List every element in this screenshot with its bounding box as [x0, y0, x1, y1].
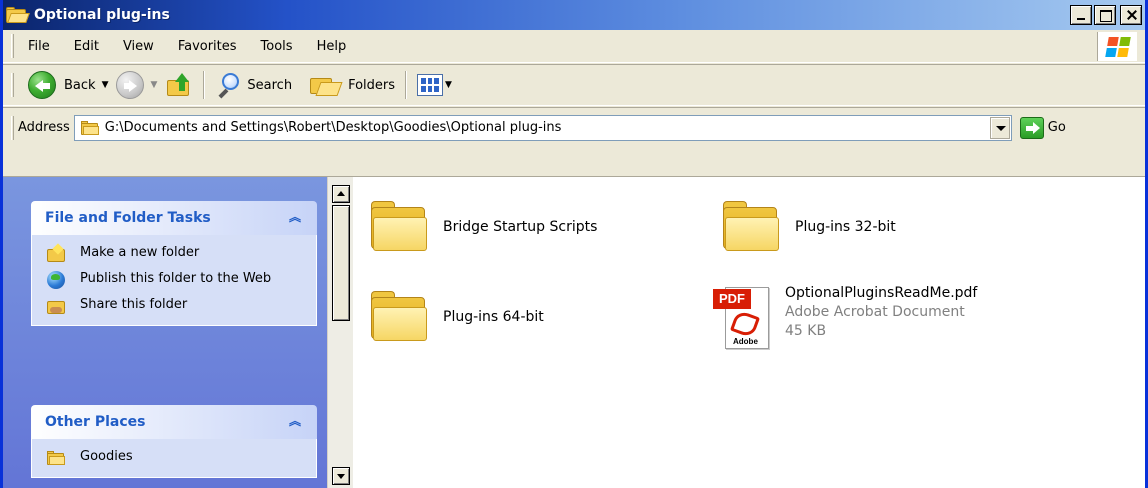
explorer-window: Optional plug-ins File Edit View Favorit… [0, 0, 1148, 488]
other-places-header[interactable]: Other Places ︽ [31, 405, 317, 439]
task-share-folder[interactable]: Share this folder [46, 297, 308, 315]
panel-title: File and Folder Tasks [45, 210, 211, 226]
folder-icon [367, 199, 431, 255]
forward-arrow-icon [116, 71, 145, 99]
address-input[interactable]: G:\Documents and Settings\Robert\Desktop… [73, 114, 1012, 141]
place-label: Goodies [80, 449, 133, 464]
task-label: Make a new folder [80, 245, 200, 260]
search-icon [215, 72, 241, 99]
file-tasks-body: Make a new folder Publish this folder to… [31, 235, 317, 326]
address-label: Address [18, 120, 70, 135]
address-grip[interactable] [11, 115, 14, 140]
adobe-brand: Adobe [733, 337, 758, 346]
folders-button[interactable]: Folders [304, 68, 399, 102]
window-title: Optional plug-ins [34, 7, 170, 23]
maximize-button[interactable] [1094, 5, 1116, 25]
folder-icon [46, 449, 68, 467]
file-name: Plug-ins 32-bit [795, 219, 896, 235]
folder-icon [6, 7, 30, 23]
minimize-button[interactable] [1070, 5, 1092, 25]
pdf-file-item[interactable]: PDF Adobe OptionalPluginsReadMe.pdf Adob… [711, 283, 977, 355]
file-list: Bridge Startup Scripts Plug-ins 32-bit P… [353, 177, 1145, 488]
collapse-icon[interactable]: ︽ [287, 414, 303, 430]
folder-icon [80, 120, 99, 135]
address-path: G:\Documents and Settings\Robert\Desktop… [104, 120, 562, 135]
menu-favorites[interactable]: Favorites [174, 37, 241, 56]
views-button[interactable]: ▼ [413, 68, 456, 102]
back-label: Back [64, 77, 96, 93]
chevron-down-icon[interactable]: ▼ [445, 80, 452, 90]
up-folder-icon [165, 72, 193, 98]
file-name: Plug-ins 64-bit [443, 309, 544, 325]
go-label: Go [1047, 120, 1066, 135]
menu-help[interactable]: Help [313, 37, 351, 56]
file-tasks-header[interactable]: File and Folder Tasks ︽ [31, 201, 317, 235]
search-button[interactable]: Search [211, 68, 296, 102]
menu-edit[interactable]: Edit [70, 37, 103, 56]
back-button[interactable]: Back ▼ [24, 68, 112, 102]
file-type: Adobe Acrobat Document [785, 303, 965, 320]
folders-icon [308, 72, 343, 98]
other-places-panel: Other Places ︽ Goodies [31, 405, 317, 478]
scroll-up-button[interactable] [332, 185, 350, 203]
toolbar-divider [405, 71, 408, 99]
views-icon [417, 74, 444, 96]
task-label: Publish this folder to the Web [80, 271, 272, 286]
pdf-tag: PDF [713, 289, 751, 309]
scroll-thumb[interactable] [332, 205, 350, 321]
folders-label: Folders [348, 77, 396, 93]
chevron-down-icon[interactable]: ▼ [150, 80, 157, 90]
toolbar-grip[interactable] [11, 73, 14, 97]
chevron-down-icon[interactable]: ▼ [102, 80, 109, 90]
task-pane: File and Folder Tasks ︽ Make a new folde… [3, 177, 327, 488]
menu-tools[interactable]: Tools [257, 37, 297, 56]
collapse-icon[interactable]: ︽ [287, 210, 303, 226]
scroll-down-button[interactable] [332, 467, 350, 485]
file-tasks-panel: File and Folder Tasks ︽ Make a new folde… [31, 201, 317, 326]
place-goodies[interactable]: Goodies [46, 449, 308, 467]
folder-item[interactable]: Bridge Startup Scripts [367, 199, 597, 255]
publish-web-icon [46, 271, 68, 289]
task-pane-scrollbar[interactable] [327, 177, 353, 488]
search-label: Search [247, 77, 293, 93]
task-make-new-folder[interactable]: Make a new folder [46, 243, 308, 263]
task-label: Share this folder [80, 297, 188, 312]
folder-item[interactable]: Plug-ins 64-bit [367, 289, 544, 345]
folder-item[interactable]: Plug-ins 32-bit [719, 199, 896, 255]
title-bar[interactable]: Optional plug-ins [3, 0, 1145, 30]
address-dropdown-button[interactable] [989, 116, 1010, 139]
file-name: OptionalPluginsReadMe.pdf [785, 284, 978, 301]
menu-file[interactable]: File [24, 37, 54, 56]
file-size: 45 KB [785, 322, 827, 339]
back-arrow-icon [28, 71, 56, 99]
content-area: File and Folder Tasks ︽ Make a new folde… [3, 176, 1145, 488]
folder-icon [367, 289, 431, 345]
close-button[interactable] [1120, 5, 1142, 25]
share-folder-icon [46, 297, 68, 315]
panel-title: Other Places [45, 414, 146, 430]
folder-icon [719, 199, 783, 255]
menu-grip[interactable] [11, 34, 14, 58]
go-arrow-icon [1019, 116, 1044, 139]
menu-view[interactable]: View [119, 37, 158, 56]
address-bar: Address G:\Documents and Settings\Robert… [3, 107, 1145, 147]
new-folder-icon [46, 243, 68, 263]
up-folder-button[interactable] [161, 68, 197, 102]
task-publish-folder[interactable]: Publish this folder to the Web [46, 271, 308, 289]
windows-logo-icon [1097, 32, 1137, 61]
toolbar: Back ▼ ▼ Search Folders ▼ [3, 64, 1145, 106]
other-places-body: Goodies [31, 439, 317, 478]
file-name: Bridge Startup Scripts [443, 219, 598, 235]
toolbar-divider [203, 71, 206, 99]
pdf-icon: PDF Adobe [711, 283, 775, 355]
forward-button[interactable]: ▼ [112, 68, 161, 102]
go-button[interactable]: Go [1019, 116, 1066, 139]
menu-bar: File Edit View Favorites Tools Help [3, 30, 1145, 63]
